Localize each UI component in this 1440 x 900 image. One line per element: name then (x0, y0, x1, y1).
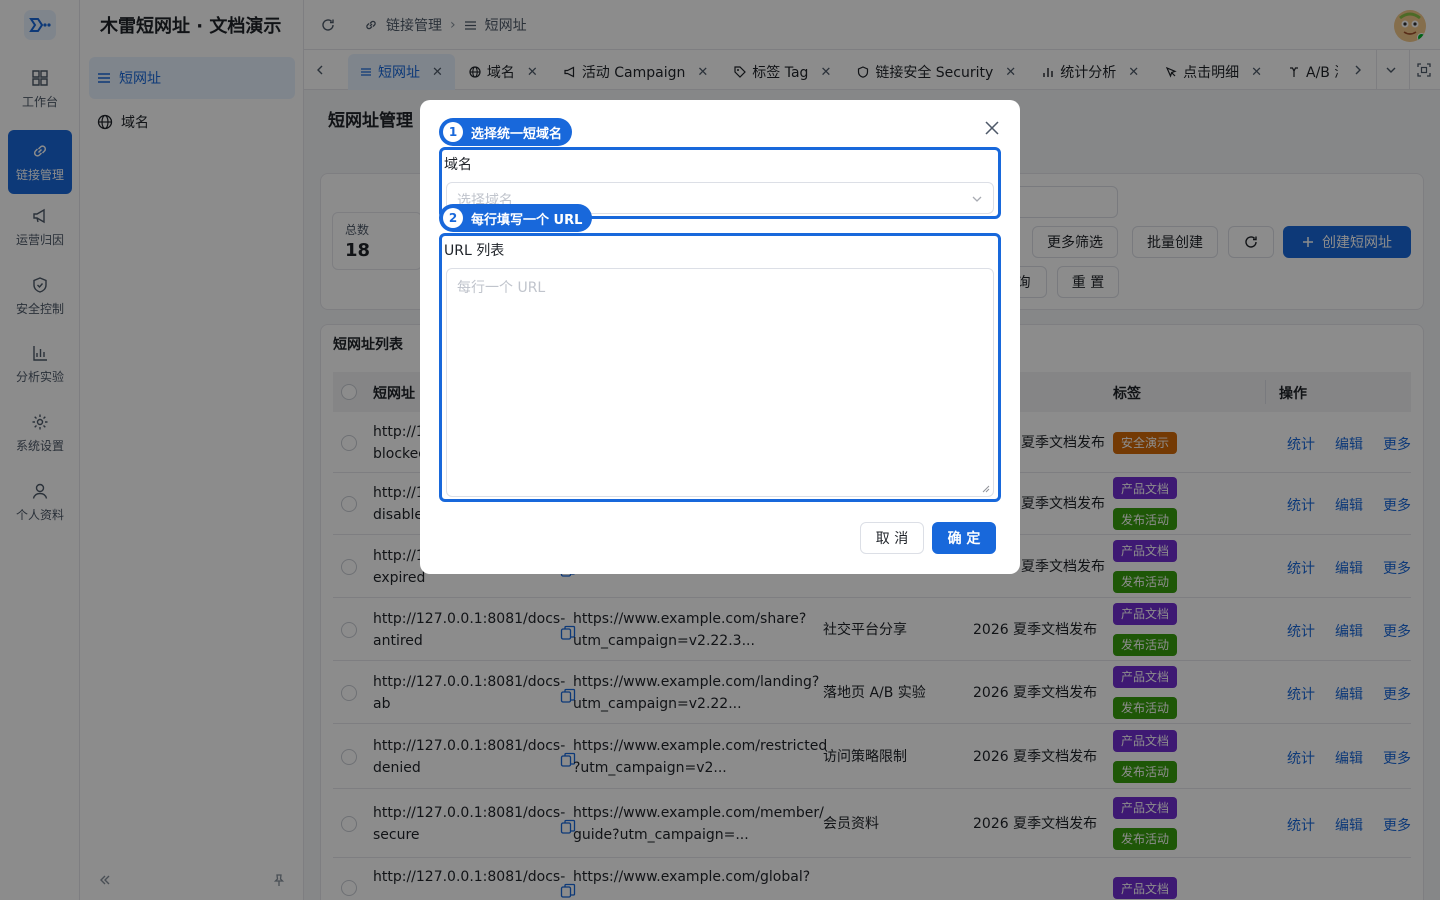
url-list-textarea[interactable]: 每行一个 URL (446, 268, 994, 497)
step-number: 2 (443, 208, 463, 228)
close-icon[interactable] (982, 118, 1002, 138)
domain-label: 域名 (444, 157, 472, 173)
confirm-button[interactable]: 确 定 (932, 522, 996, 554)
resize-handle-icon[interactable] (982, 485, 990, 493)
step-number: 1 (443, 122, 463, 142)
chevron-down-icon (972, 196, 982, 202)
step-2-text: 每行填写一个 URL (471, 212, 583, 228)
url-list-label: URL 列表 (444, 243, 505, 259)
cancel-button[interactable]: 取 消 (860, 522, 924, 554)
step-2-badge: 2 每行填写一个 URL (439, 204, 593, 232)
step-1-text: 选择统一短域名 (471, 126, 563, 142)
url-list-placeholder: 每行一个 URL (457, 280, 546, 296)
step-1-badge: 1 选择统一短域名 (439, 118, 573, 146)
